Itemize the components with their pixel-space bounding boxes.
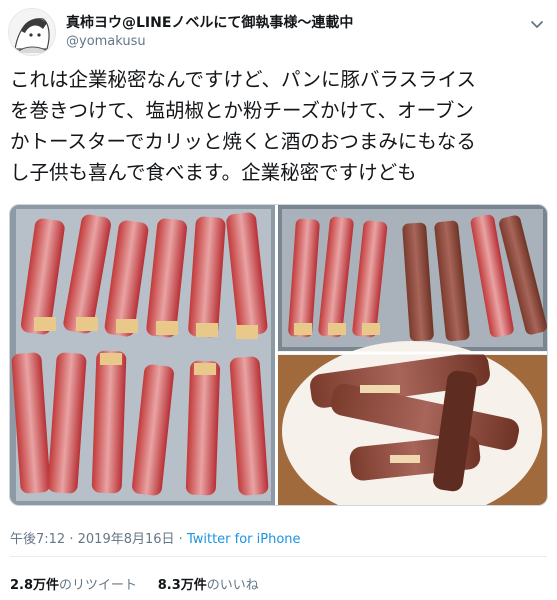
user-handle[interactable]: @yomakusu xyxy=(66,34,146,49)
like-stat[interactable]: 8.3万件のいいね xyxy=(158,578,259,593)
retweet-stat[interactable]: 2.8万件のリツイート xyxy=(10,578,141,593)
tweet-time[interactable]: 午後7:12 xyxy=(10,532,65,547)
retweet-count: 2.8万件 xyxy=(10,578,60,593)
retweet-label: のリツイート xyxy=(59,578,138,593)
tweet-text-line: かトースターでカリッと焼くと酒のおつまみにもなる xyxy=(10,130,476,153)
tweet-text-line: し子供も喜んで食べます。企業秘密ですけども xyxy=(10,161,417,184)
tweet-meta: 午後7:12 · 2019年8月16日 · Twitter for iPhone xyxy=(10,528,301,547)
avatar[interactable] xyxy=(8,8,56,56)
tweet-header: 真柿ヨウ@LINEノベルにて御執事様〜連載中 @yomakusu xyxy=(8,8,549,56)
divider xyxy=(10,556,547,557)
tweet-text: これは企業秘密なんですけど、パンに豚バラスライス を巻きつけて、塩胡椒とか粉チー… xyxy=(10,64,550,188)
tweet-text-line: を巻きつけて、塩胡椒とか粉チーズかけて、オーブン xyxy=(10,99,474,122)
meta-separator: · xyxy=(69,532,74,547)
photo-cooked-plate[interactable] xyxy=(278,341,547,505)
photo-raw-tray[interactable] xyxy=(10,205,275,505)
meta-separator: · xyxy=(178,532,183,547)
like-label: のいいね xyxy=(206,578,259,593)
tweet-date[interactable]: 2019年8月16日 xyxy=(78,532,175,547)
chevron-down-icon[interactable] xyxy=(529,16,545,32)
tweet-text-line: これは企業秘密なんですけど、パンに豚バラスライス xyxy=(10,68,477,91)
source-link[interactable]: Twitter for iPhone xyxy=(187,532,301,547)
tweet-stats: 2.8万件のリツイート 8.3万件のいいね xyxy=(10,574,259,593)
like-count: 8.3万件 xyxy=(157,578,207,593)
avatar-illustration xyxy=(9,9,55,55)
media-grid xyxy=(9,204,548,506)
photo-seasoned-tray[interactable] xyxy=(278,205,547,351)
display-name[interactable]: 真柿ヨウ@LINEノベルにて御執事様〜連載中 xyxy=(66,12,353,32)
